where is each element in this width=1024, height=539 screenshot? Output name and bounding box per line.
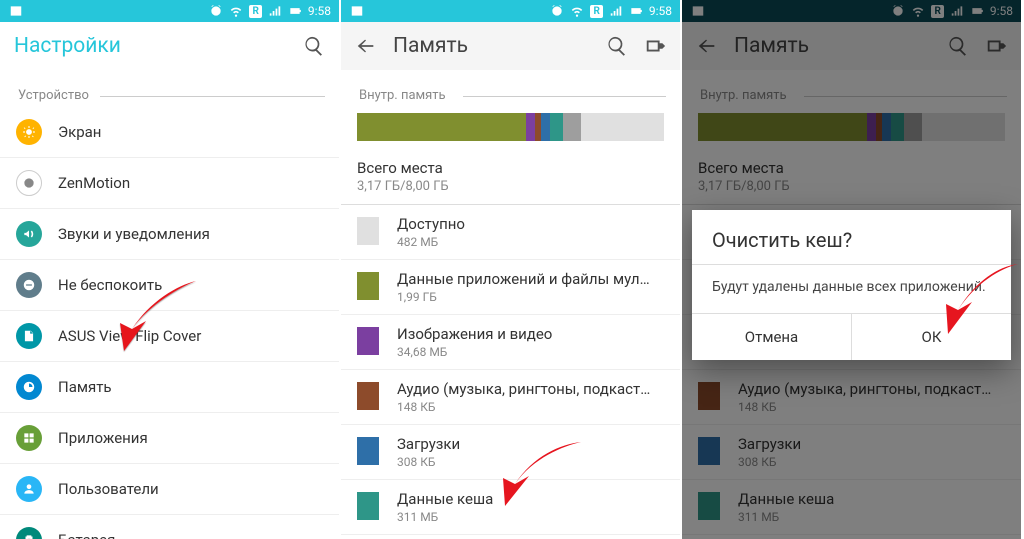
category-label: Данные кеша (397, 490, 493, 508)
panel-dialog: R 9:58 Память Внутр. память Всего места … (682, 0, 1023, 539)
settings-item-3[interactable]: Не беспокоить (0, 260, 339, 311)
settings-item-7[interactable]: Пользователи (0, 464, 339, 515)
swatch-icon (357, 217, 379, 245)
appbar: Настройки (0, 22, 339, 70)
section-label: Внутр. память (341, 70, 680, 107)
zen-icon (16, 170, 42, 196)
storage-segment (563, 113, 581, 141)
settings-item-label: ASUS View Flip Cover (58, 327, 201, 345)
settings-item-0[interactable]: Экран (0, 107, 339, 158)
settings-item-4[interactable]: ASUS View Flip Cover (0, 311, 339, 362)
category-label: Загрузки (397, 435, 460, 453)
category-label: Аудио (музыка, рингтоны, подкасты.. (397, 380, 657, 398)
status-time: 9:58 (649, 4, 672, 18)
category-label: Изображения и видео (397, 325, 552, 343)
storage-category-6[interactable]: Прочее (341, 535, 680, 539)
battery-icon (16, 527, 42, 539)
settings-item-1[interactable]: ZenMotion (0, 158, 339, 209)
settings-item-label: Приложения (58, 429, 148, 447)
storage-segment (541, 113, 550, 141)
swatch-icon (357, 382, 379, 410)
search-icon[interactable] (606, 35, 628, 57)
picture-icon (349, 4, 365, 18)
swatch-icon (357, 272, 379, 300)
swatch-icon (357, 492, 379, 520)
storage-icon (16, 374, 42, 400)
battery-icon (629, 4, 643, 18)
usb-icon[interactable] (644, 35, 666, 57)
battery-icon (288, 4, 302, 18)
category-label: Доступно (397, 215, 465, 233)
wifi-icon (229, 4, 243, 18)
storage-category-2[interactable]: Изображения и видео 34,68 МБ (341, 315, 680, 370)
signal-icon (609, 4, 623, 18)
alarm-icon (209, 4, 223, 18)
sound-icon (16, 221, 42, 247)
settings-item-label: Экран (58, 123, 101, 141)
storage-category-4[interactable]: Загрузки 308 КБ (341, 425, 680, 480)
carrier-badge: R (590, 5, 602, 18)
storage-category-1[interactable]: Данные приложений и файлы мульт.. 1,99 ГБ (341, 260, 680, 315)
section-label: Устройство (0, 70, 339, 107)
apps-icon (16, 425, 42, 451)
category-label: Данные приложений и файлы мульт.. (397, 270, 657, 288)
clear-cache-dialog: Очистить кеш? Будут удалены данные всех … (692, 210, 1011, 360)
storage-bar (357, 113, 664, 141)
page-title: Память (393, 34, 590, 58)
settings-item-6[interactable]: Приложения (0, 413, 339, 464)
category-size: 482 МБ (397, 235, 465, 249)
storage-segment (581, 113, 664, 141)
settings-item-label: Звуки и уведомления (58, 225, 210, 243)
settings-item-label: ZenMotion (58, 174, 130, 192)
dialog-title: Очистить кеш? (692, 210, 1011, 265)
sun-icon (16, 119, 42, 145)
dnd-icon (16, 272, 42, 298)
back-icon[interactable] (355, 35, 377, 57)
cancel-button[interactable]: Отмена (692, 314, 852, 360)
user-icon (16, 476, 42, 502)
category-size: 34,68 МБ (397, 345, 552, 359)
settings-item-label: Батарея (58, 531, 115, 539)
swatch-icon (357, 327, 379, 355)
dialog-body: Будут удалены данные всех приложений. (692, 265, 1011, 314)
status-bar: R 9:58 (0, 0, 339, 22)
storage-segment (526, 113, 535, 141)
category-size: 148 КБ (397, 400, 657, 414)
status-bar: R 9:58 (341, 0, 680, 22)
carrier-badge: R (249, 5, 261, 18)
settings-item-8[interactable]: Батарея (0, 515, 339, 539)
category-size: 308 КБ (397, 455, 460, 469)
category-size: 311 МБ (397, 510, 493, 524)
storage-category-5[interactable]: Данные кеша 311 МБ (341, 480, 680, 535)
storage-category-0[interactable]: Доступно 482 МБ (341, 205, 680, 260)
total-block: Всего места 3,17 ГБ/8,00 ГБ (341, 155, 680, 205)
settings-item-5[interactable]: Память (0, 362, 339, 413)
picture-icon (8, 4, 24, 18)
signal-icon (268, 4, 282, 18)
storage-category-3[interactable]: Аудио (музыка, рингтоны, подкасты.. 148 К… (341, 370, 680, 425)
settings-item-label: Пользователи (58, 480, 159, 498)
status-time: 9:58 (308, 4, 331, 18)
page-title: Настройки (14, 34, 287, 58)
panel-storage: R 9:58 Память Внутр. память Всего места … (341, 0, 682, 539)
settings-item-2[interactable]: Звуки и уведомления (0, 209, 339, 260)
ok-button[interactable]: ОК (852, 314, 1011, 360)
swatch-icon (357, 437, 379, 465)
panel-settings: R 9:58 Настройки Устройство Экран ZenMoti… (0, 0, 341, 539)
alarm-icon (550, 4, 564, 18)
category-size: 1,99 ГБ (397, 290, 657, 304)
total-label: Всего места (357, 159, 664, 177)
appbar: Память (341, 22, 680, 70)
search-icon[interactable] (303, 35, 325, 57)
wifi-icon (570, 4, 584, 18)
settings-item-label: Не беспокоить (58, 276, 162, 294)
cover-icon (16, 323, 42, 349)
settings-item-label: Память (58, 378, 112, 396)
storage-segment (550, 113, 562, 141)
storage-segment (357, 113, 526, 141)
total-value: 3,17 ГБ/8,00 ГБ (357, 179, 664, 194)
